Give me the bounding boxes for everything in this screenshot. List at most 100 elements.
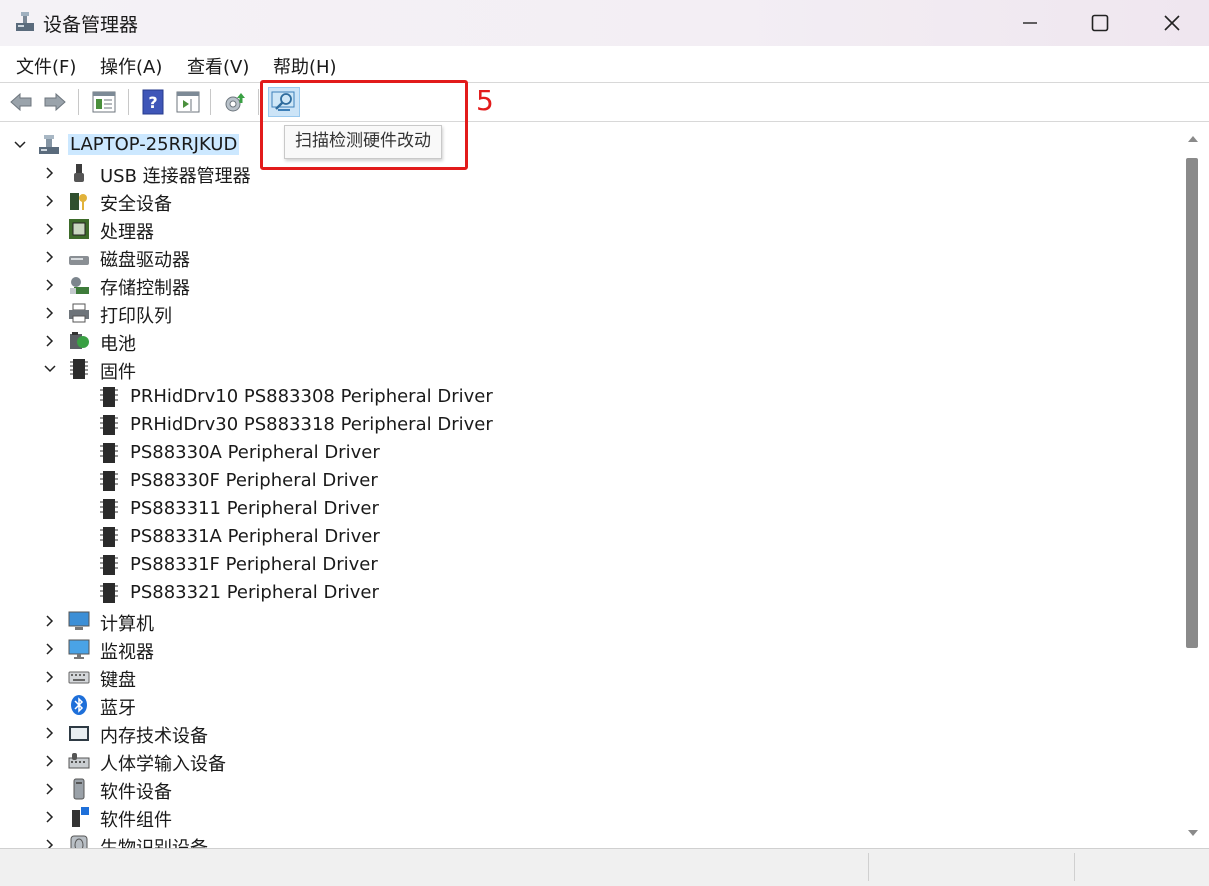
- root-computer-name[interactable]: LAPTOP-25RRJKUD: [68, 134, 240, 155]
- tree-category-memory[interactable]: 内存技术设备: [4, 719, 1180, 747]
- minimize-icon: [1023, 22, 1037, 24]
- tree-category-usb[interactable]: USB 连接器管理器: [4, 159, 1180, 187]
- scan-hardware-tooltip: 扫描检测硬件改动: [284, 125, 442, 159]
- tree-category-software-device[interactable]: 软件设备: [4, 775, 1180, 803]
- chevron-right-icon[interactable]: [42, 193, 58, 209]
- chevron-right-icon[interactable]: [42, 809, 58, 825]
- tree-category-hid[interactable]: 人体学输入设备: [4, 747, 1180, 775]
- chevron-right-icon[interactable]: [42, 697, 58, 713]
- menu-file[interactable]: 文件(F): [16, 53, 76, 79]
- firmware-chip-icon: [100, 527, 118, 547]
- device-manager-icon: [16, 12, 34, 31]
- printer-icon: [69, 303, 89, 323]
- firmware-device-item[interactable]: PRHidDrv30 PS883318 Peripheral Driver: [4, 411, 1180, 439]
- chevron-right-icon[interactable]: [42, 669, 58, 685]
- tree-category-storage[interactable]: 存储控制器: [4, 271, 1180, 299]
- toolbar-separator: [258, 89, 259, 115]
- hid-icon: [68, 753, 90, 769]
- chevron-right-icon[interactable]: [42, 753, 58, 769]
- annotation-step-number: 5: [476, 84, 494, 117]
- device-label: PS88330A Peripheral Driver: [130, 442, 380, 463]
- chevron-right-icon[interactable]: [42, 165, 58, 181]
- chevron-right-icon[interactable]: [42, 781, 58, 797]
- category-label: 电池: [100, 334, 136, 355]
- firmware-device-item[interactable]: PS88330A Peripheral Driver: [4, 439, 1180, 467]
- tree-category-computer[interactable]: 计算机: [4, 607, 1180, 635]
- chevron-down-icon[interactable]: [12, 137, 28, 153]
- tree-category-keyboard[interactable]: 键盘: [4, 663, 1180, 691]
- device-label: PRHidDrv10 PS883308 Peripheral Driver: [130, 386, 493, 407]
- vertical-scrollbar[interactable]: [1180, 128, 1206, 848]
- device-tree[interactable]: LAPTOP-25RRJKUD USB 连接器管理器 安全设备 处理器 磁盘驱动…: [4, 128, 1180, 848]
- category-label: 计算机: [100, 614, 154, 635]
- close-button[interactable]: [1137, 0, 1207, 46]
- tree-category-bluetooth[interactable]: 蓝牙: [4, 691, 1180, 719]
- computer-icon: [68, 611, 90, 630]
- chevron-right-icon[interactable]: [42, 641, 58, 657]
- firmware-device-item[interactable]: PS88331F Peripheral Driver: [4, 551, 1180, 579]
- category-label: 人体学输入设备: [100, 754, 226, 775]
- menu-help[interactable]: 帮助(H): [273, 53, 337, 79]
- category-label: 安全设备: [100, 194, 172, 215]
- software-component-icon: [72, 807, 89, 827]
- chevron-down-icon[interactable]: [42, 361, 58, 377]
- device-label: PS883311 Peripheral Driver: [130, 498, 379, 519]
- tree-category-software-component[interactable]: 软件组件: [4, 803, 1180, 831]
- maximize-button[interactable]: [1065, 0, 1135, 46]
- toolbar-separator: [78, 89, 79, 115]
- device-label: PS883321 Peripheral Driver: [130, 582, 379, 603]
- scroll-up-arrow-icon[interactable]: [1187, 134, 1199, 144]
- firmware-device-item[interactable]: PRHidDrv10 PS883308 Peripheral Driver: [4, 383, 1180, 411]
- tree-category-security[interactable]: 安全设备: [4, 187, 1180, 215]
- chevron-right-icon[interactable]: [42, 249, 58, 265]
- console-tree-icon[interactable]: [175, 89, 201, 115]
- window-title: 设备管理器: [43, 14, 139, 36]
- memory-device-icon: [69, 726, 89, 741]
- firmware-chip-icon: [100, 443, 118, 463]
- chevron-right-icon[interactable]: [42, 277, 58, 293]
- chevron-right-icon[interactable]: [42, 221, 58, 237]
- forward-arrow-icon[interactable]: [42, 89, 68, 115]
- tree-category-firmware[interactable]: 固件: [4, 355, 1180, 383]
- tree-category-printer[interactable]: 打印队列: [4, 299, 1180, 327]
- menu-action[interactable]: 操作(A): [100, 53, 162, 79]
- chevron-right-icon[interactable]: [42, 837, 58, 848]
- processor-icon: [69, 219, 89, 239]
- help-icon[interactable]: ?: [140, 89, 166, 115]
- biometric-icon: [70, 835, 88, 848]
- category-label: 打印队列: [100, 306, 172, 327]
- tree-category-biometric[interactable]: 生物识别设备: [4, 831, 1180, 848]
- tree-category-monitor[interactable]: 监视器: [4, 635, 1180, 663]
- scrollbar-thumb[interactable]: [1186, 158, 1198, 648]
- device-label: PS88331A Peripheral Driver: [130, 526, 380, 547]
- tree-root[interactable]: LAPTOP-25RRJKUD: [4, 131, 1180, 159]
- firmware-device-item[interactable]: PS88331A Peripheral Driver: [4, 523, 1180, 551]
- chevron-right-icon[interactable]: [42, 305, 58, 321]
- menu-view[interactable]: 查看(V): [187, 53, 249, 79]
- close-icon: [1164, 15, 1180, 31]
- properties-icon[interactable]: [91, 89, 117, 115]
- scroll-down-arrow-icon[interactable]: [1187, 828, 1199, 838]
- minimize-button[interactable]: [995, 0, 1065, 46]
- security-device-icon: [70, 193, 87, 210]
- chevron-right-icon[interactable]: [42, 725, 58, 741]
- firmware-device-item[interactable]: PS88330F Peripheral Driver: [4, 467, 1180, 495]
- tree-category-disk[interactable]: 磁盘驱动器: [4, 243, 1180, 271]
- tree-category-processor[interactable]: 处理器: [4, 215, 1180, 243]
- software-device-icon: [73, 778, 85, 800]
- firmware-icon: [70, 359, 88, 379]
- chevron-right-icon[interactable]: [42, 333, 58, 349]
- tree-category-battery[interactable]: 电池: [4, 327, 1180, 355]
- update-driver-icon[interactable]: [222, 89, 248, 115]
- firmware-chip-icon: [100, 583, 118, 603]
- device-label: PS88331F Peripheral Driver: [130, 554, 378, 575]
- firmware-device-item[interactable]: PS883311 Peripheral Driver: [4, 495, 1180, 523]
- back-arrow-icon[interactable]: [8, 89, 34, 115]
- firmware-device-item[interactable]: PS883321 Peripheral Driver: [4, 579, 1180, 607]
- firmware-chip-icon: [100, 555, 118, 575]
- chevron-right-icon[interactable]: [42, 613, 58, 629]
- category-label: 软件组件: [100, 810, 172, 831]
- category-label: 磁盘驱动器: [100, 250, 190, 271]
- firmware-chip-icon: [100, 387, 118, 407]
- disk-drive-icon: [69, 256, 89, 265]
